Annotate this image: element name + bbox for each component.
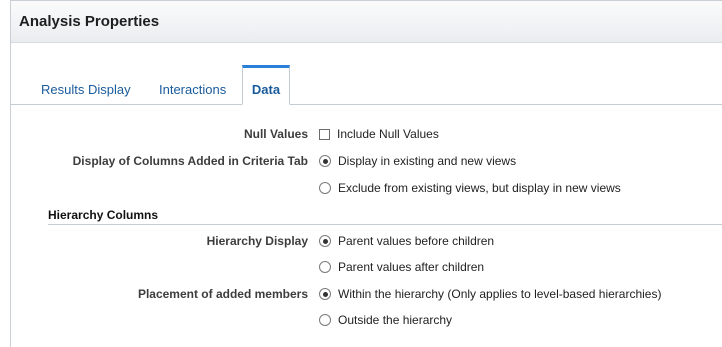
include-null-values-checkbox[interactable]: [319, 128, 330, 140]
tab-data[interactable]: Data: [242, 65, 290, 105]
tab-interactions[interactable]: Interactions: [159, 82, 226, 97]
parent-after-children-option[interactable]: Parent values after children: [319, 257, 484, 277]
within-hierarchy-label: Within the hierarchy (Only applies to le…: [338, 287, 662, 301]
hierarchy-display-label: Hierarchy Display: [206, 234, 308, 248]
outside-hierarchy-option[interactable]: Outside the hierarchy: [319, 310, 452, 330]
dialog-title: Analysis Properties: [19, 13, 160, 30]
exclude-existing-option[interactable]: Exclude from existing views, but display…: [319, 178, 621, 198]
outside-hierarchy-radio[interactable]: [319, 314, 331, 326]
tab-results-display[interactable]: Results Display: [41, 82, 131, 97]
parent-after-children-label: Parent values after children: [338, 260, 485, 274]
analysis-properties-dialog: Analysis Properties Results Display Inte…: [10, 0, 722, 347]
hierarchy-columns-header: Hierarchy Columns: [48, 208, 722, 225]
parent-after-children-radio[interactable]: [319, 261, 331, 273]
hierarchy-display-row: Hierarchy Display Parent values before c…: [11, 231, 722, 251]
placement-row: Placement of added members Within the hi…: [11, 284, 722, 304]
exclude-existing-label: Exclude from existing views, but display…: [338, 181, 621, 195]
display-existing-and-new-option[interactable]: Display in existing and new views: [319, 151, 516, 171]
display-columns-label: Display of Columns Added in Criteria Tab: [72, 154, 308, 168]
null-values-label: Null Values: [243, 127, 308, 141]
include-null-values-label: Include Null Values: [337, 127, 439, 141]
parent-before-children-label: Parent values before children: [338, 234, 495, 248]
parent-after-row: Parent values after children: [11, 257, 722, 277]
display-existing-and-new-radio[interactable]: [319, 155, 331, 167]
outside-hierarchy-label: Outside the hierarchy: [338, 313, 453, 327]
parent-before-children-option[interactable]: Parent values before children: [319, 231, 494, 251]
tab-strip: Results Display Interactions Data: [11, 65, 722, 105]
display-columns-row: Display of Columns Added in Criteria Tab…: [11, 151, 722, 171]
data-tab-panel: Null Values Include Null Values Display …: [11, 105, 722, 347]
exclude-existing-row: Exclude from existing views, but display…: [11, 178, 722, 198]
title-bar: Analysis Properties: [11, 1, 722, 43]
outside-hierarchy-row: Outside the hierarchy: [11, 310, 722, 330]
within-hierarchy-option[interactable]: Within the hierarchy (Only applies to le…: [319, 284, 661, 304]
parent-before-children-radio[interactable]: [319, 235, 331, 247]
within-hierarchy-radio[interactable]: [319, 288, 331, 300]
null-values-row: Null Values Include Null Values: [11, 124, 722, 144]
display-existing-and-new-label: Display in existing and new views: [338, 154, 517, 168]
include-null-values-option[interactable]: Include Null Values: [319, 124, 439, 144]
placement-label: Placement of added members: [137, 287, 308, 301]
exclude-existing-radio[interactable]: [319, 182, 331, 194]
